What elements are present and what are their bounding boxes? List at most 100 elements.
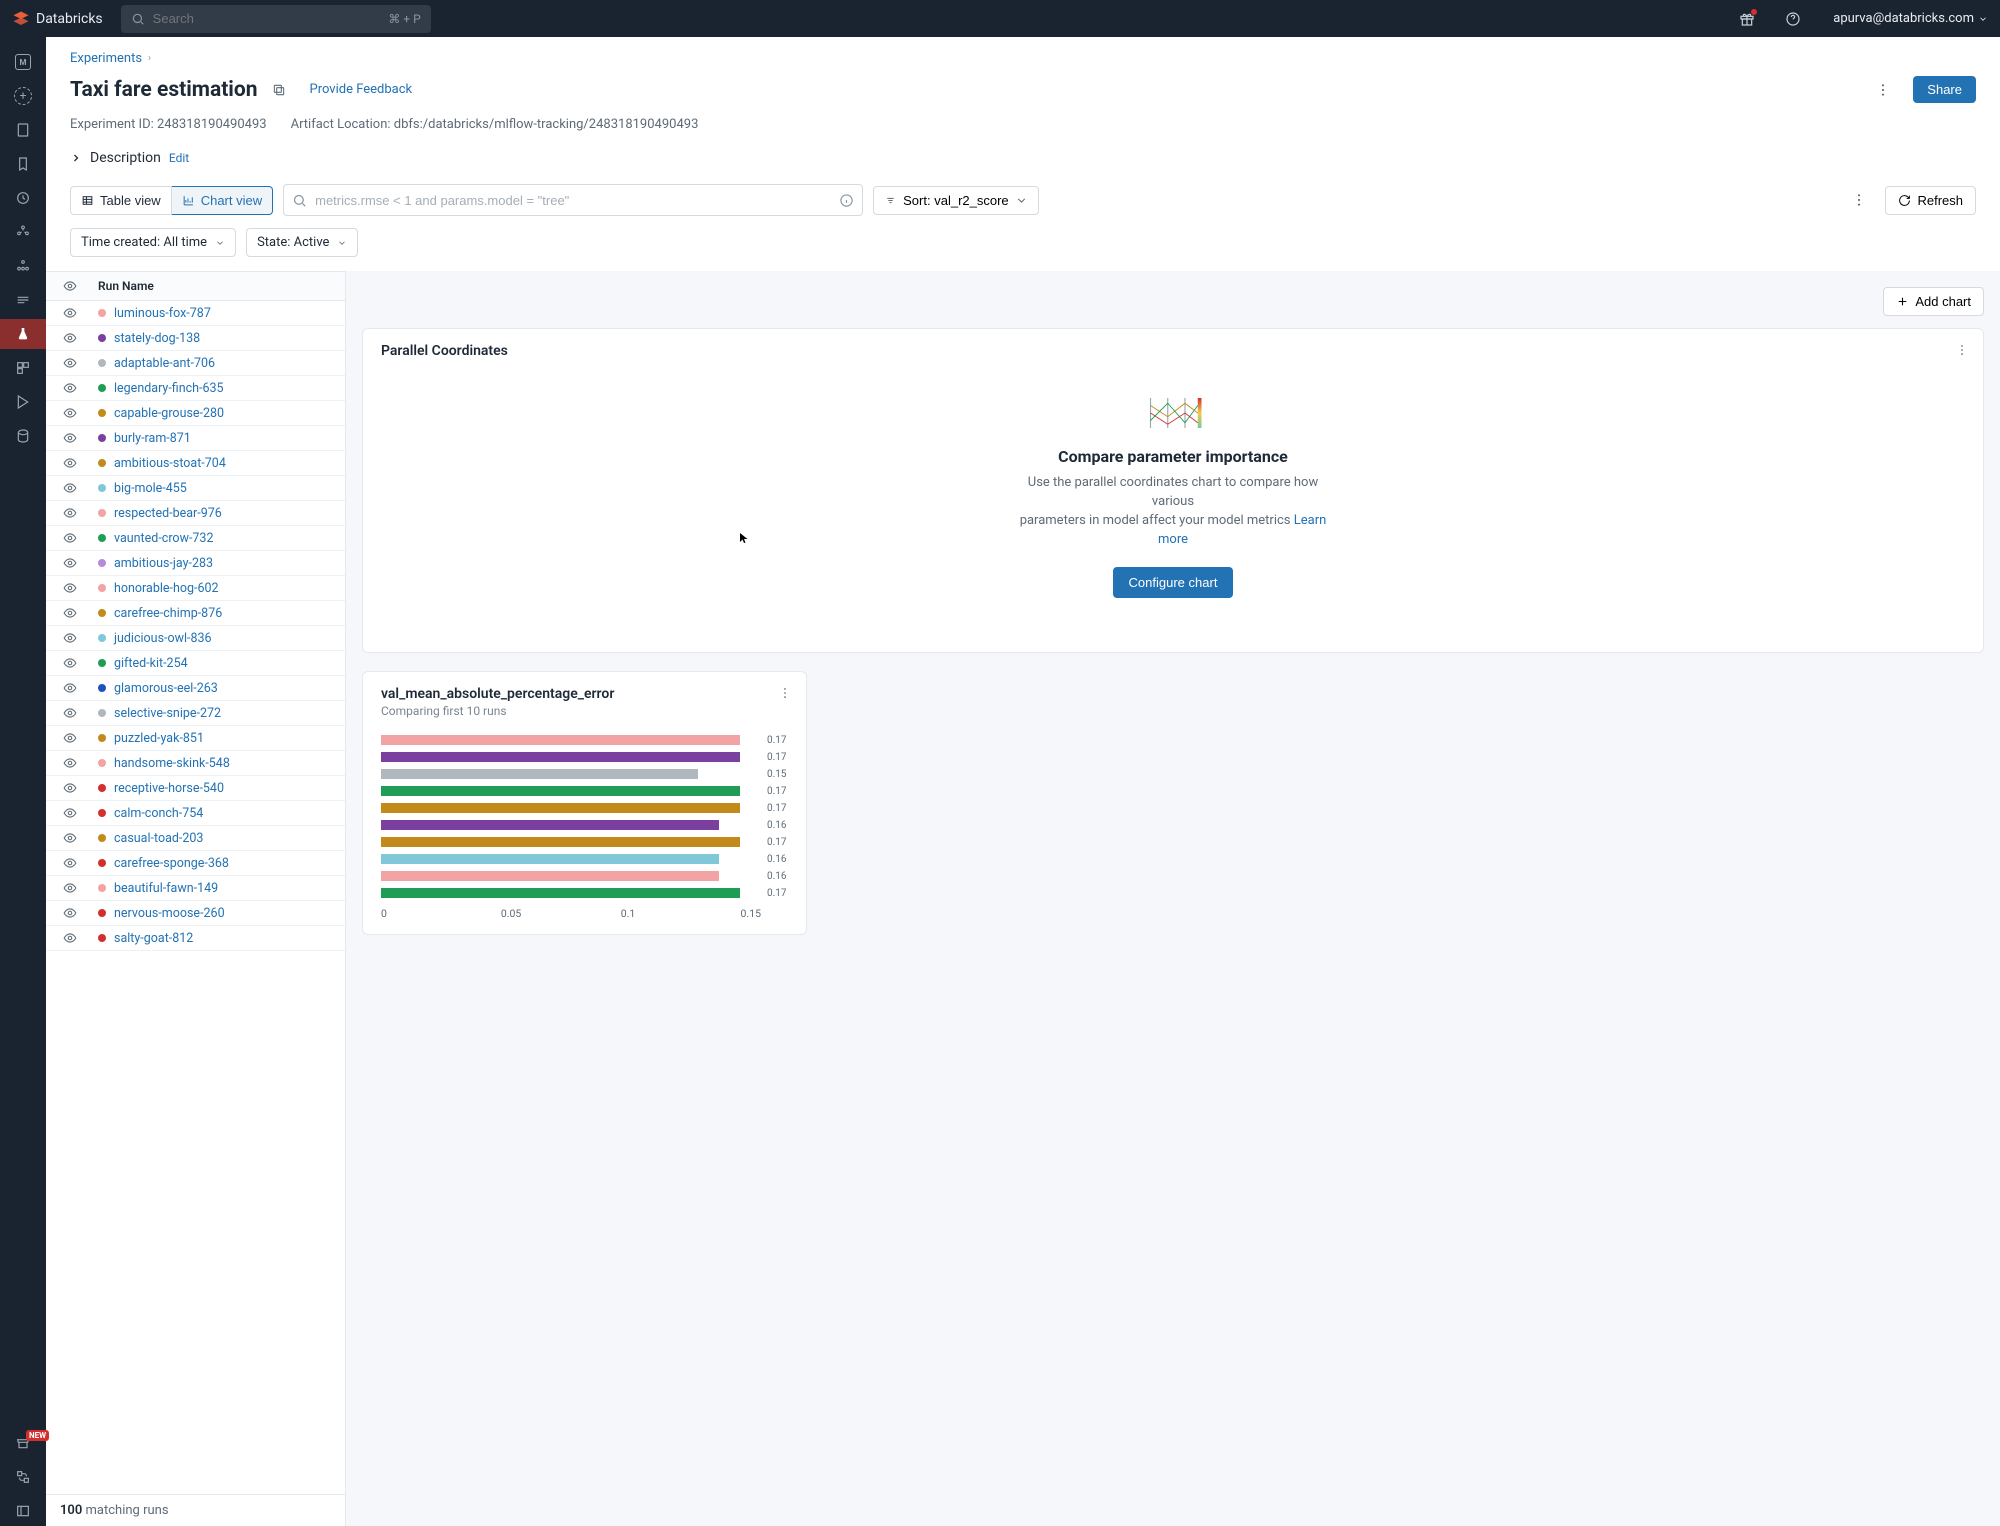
eye-icon[interactable]	[63, 656, 77, 670]
brand-logo[interactable]: Databricks	[12, 10, 103, 28]
eye-icon[interactable]	[63, 306, 77, 320]
run-row[interactable]: legendary-finch-635	[46, 376, 345, 401]
global-search[interactable]: ⌘ + P	[121, 5, 431, 33]
rail-feature-store[interactable]	[0, 421, 46, 451]
run-row[interactable]: stately-dog-138	[46, 326, 345, 351]
description-edit-link[interactable]: Edit	[169, 151, 189, 165]
configure-chart-button[interactable]: Configure chart	[1113, 567, 1234, 598]
eye-icon[interactable]	[63, 631, 77, 645]
eye-icon[interactable]	[63, 431, 77, 445]
eye-icon[interactable]	[63, 756, 77, 770]
run-row[interactable]: selective-snipe-272	[46, 701, 345, 726]
eye-icon[interactable]	[63, 906, 77, 920]
run-row[interactable]: gifted-kit-254	[46, 651, 345, 676]
rail-models[interactable]	[0, 353, 46, 383]
sort-button[interactable]: Sort: val_r2_score	[873, 186, 1039, 215]
rail-repos[interactable]	[0, 149, 46, 179]
databricks-logo-icon	[12, 10, 30, 28]
eye-icon[interactable]	[63, 506, 77, 520]
eye-icon[interactable]	[63, 606, 77, 620]
table-view-button[interactable]: Table view	[70, 186, 172, 215]
eye-icon[interactable]	[63, 331, 77, 345]
run-row[interactable]: honorable-hog-602	[46, 576, 345, 601]
eye-icon[interactable]	[63, 556, 77, 570]
chevron-right-icon[interactable]	[70, 152, 82, 164]
eye-icon[interactable]	[63, 806, 77, 820]
run-row[interactable]: glamorous-eel-263	[46, 676, 345, 701]
run-row[interactable]: receptive-horse-540	[46, 776, 345, 801]
run-row[interactable]: casual-toad-203	[46, 826, 345, 851]
time-filter[interactable]: Time created: All time	[70, 228, 236, 257]
eye-icon[interactable]	[63, 581, 77, 595]
gift-icon[interactable]	[1739, 11, 1755, 27]
run-name: beautiful-fawn-149	[114, 881, 218, 896]
rail-recents[interactable]	[0, 183, 46, 213]
state-filter[interactable]: State: Active	[246, 228, 358, 257]
run-row[interactable]: adaptable-ant-706	[46, 351, 345, 376]
run-row[interactable]: carefree-sponge-368	[46, 851, 345, 876]
eye-icon[interactable]	[63, 531, 77, 545]
rail-workspace[interactable]: M	[0, 47, 46, 77]
share-button[interactable]: Share	[1913, 76, 1976, 103]
rail-workflows[interactable]	[0, 285, 46, 315]
run-row[interactable]: ambitious-jay-283	[46, 551, 345, 576]
run-row[interactable]: capable-grouse-280	[46, 401, 345, 426]
toolbar-menu-icon[interactable]	[1851, 192, 1867, 208]
run-row[interactable]: carefree-chimp-876	[46, 601, 345, 626]
page-menu-icon[interactable]	[1875, 82, 1891, 98]
run-row[interactable]: calm-conch-754	[46, 801, 345, 826]
copy-icon[interactable]	[272, 83, 286, 97]
card-menu-icon[interactable]	[1955, 343, 1969, 357]
rail-cluster[interactable]	[0, 251, 46, 281]
eye-icon[interactable]	[63, 456, 77, 470]
run-row[interactable]: luminous-fox-787	[46, 301, 345, 326]
rail-collapse[interactable]	[0, 1496, 46, 1526]
rail-partner[interactable]	[0, 1462, 46, 1492]
filter-input[interactable]	[315, 193, 839, 208]
run-name: big-mole-455	[114, 481, 187, 496]
eye-icon[interactable]	[63, 681, 77, 695]
help-icon[interactable]	[1785, 11, 1801, 27]
eye-icon[interactable]	[63, 406, 77, 420]
run-row[interactable]: burly-ram-871	[46, 426, 345, 451]
eye-icon[interactable]	[63, 856, 77, 870]
eye-icon[interactable]	[63, 731, 77, 745]
rail-experiments[interactable]	[0, 319, 46, 349]
provide-feedback-link[interactable]: Provide Feedback	[310, 82, 413, 97]
eye-icon[interactable]	[63, 356, 77, 370]
eye-icon[interactable]	[63, 279, 77, 293]
eye-icon[interactable]	[63, 931, 77, 945]
run-row[interactable]: ambitious-stoat-704	[46, 451, 345, 476]
rail-data[interactable]	[0, 217, 46, 247]
eye-icon[interactable]	[63, 881, 77, 895]
rail-notebook[interactable]	[0, 115, 46, 145]
rail-serving[interactable]	[0, 387, 46, 417]
add-chart-button[interactable]: Add chart	[1883, 287, 1984, 316]
filter-input-wrap[interactable]	[283, 184, 863, 216]
rail-marketplace[interactable]: NEW	[0, 1428, 46, 1458]
eye-icon[interactable]	[63, 706, 77, 720]
eye-icon[interactable]	[63, 781, 77, 795]
eye-icon[interactable]	[63, 481, 77, 495]
rail-create[interactable]	[0, 81, 46, 111]
run-row[interactable]: vaunted-crow-732	[46, 526, 345, 551]
run-row[interactable]: respected-bear-976	[46, 501, 345, 526]
card-menu-icon[interactable]	[778, 686, 792, 700]
info-icon[interactable]	[839, 193, 854, 208]
refresh-button[interactable]: Refresh	[1885, 186, 1976, 215]
breadcrumb-root[interactable]: Experiments	[70, 51, 142, 66]
run-row[interactable]: salty-goat-812	[46, 926, 345, 951]
eye-icon[interactable]	[63, 831, 77, 845]
run-row[interactable]: puzzled-yak-851	[46, 726, 345, 751]
run-row[interactable]: judicious-owl-836	[46, 626, 345, 651]
search-input[interactable]	[153, 11, 389, 26]
run-row[interactable]: big-mole-455	[46, 476, 345, 501]
run-row[interactable]: beautiful-fawn-149	[46, 876, 345, 901]
metric-chart-card: val_mean_absolute_percentage_error Compa…	[362, 671, 807, 935]
run-row[interactable]: handsome-skink-548	[46, 751, 345, 776]
user-menu[interactable]: apurva@databricks.com	[1833, 11, 1988, 26]
bar-value-label: 0.17	[767, 888, 787, 899]
eye-icon[interactable]	[63, 381, 77, 395]
run-row[interactable]: nervous-moose-260	[46, 901, 345, 926]
chart-view-button[interactable]: Chart view	[172, 186, 273, 215]
